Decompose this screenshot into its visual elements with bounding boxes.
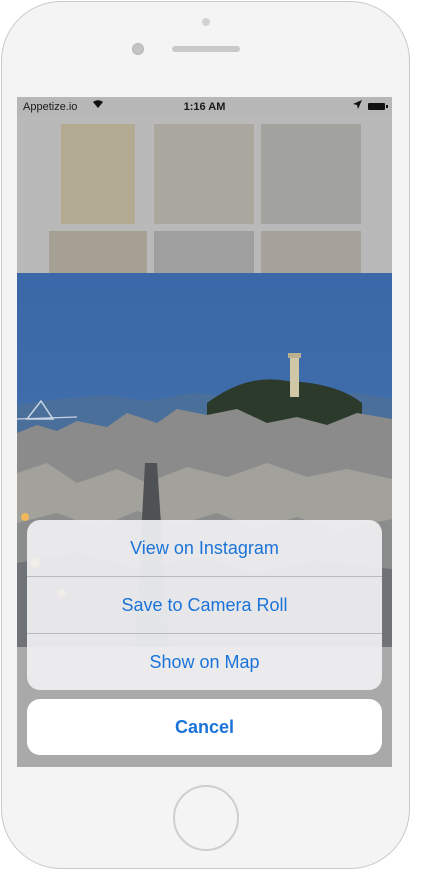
grid-thumbnail[interactable] xyxy=(61,124,135,224)
action-sheet: View on Instagram Save to Camera Roll Sh… xyxy=(27,520,382,690)
photo-grid xyxy=(17,97,392,273)
grid-thumbnail[interactable] xyxy=(49,231,147,273)
grid-thumbnail[interactable] xyxy=(154,124,254,224)
status-time: 1:16 AM xyxy=(183,101,226,113)
front-camera xyxy=(132,43,144,55)
cancel-button[interactable]: Cancel xyxy=(27,699,382,755)
status-bar: Appetize.io 1:16 AM xyxy=(17,97,392,117)
grid-thumbnail[interactable] xyxy=(154,231,254,273)
sensor-dot xyxy=(202,18,210,26)
grid-thumbnail[interactable] xyxy=(261,124,361,224)
show-on-map-button[interactable]: Show on Map xyxy=(27,634,382,690)
battery-icon xyxy=(368,103,388,110)
location-arrow-icon xyxy=(353,100,362,112)
home-button[interactable] xyxy=(173,785,239,851)
earpiece-speaker xyxy=(172,46,240,52)
grid-thumbnail[interactable] xyxy=(261,231,361,273)
save-to-camera-roll-button[interactable]: Save to Camera Roll xyxy=(27,577,382,634)
screen: Appetize.io 1:16 AM View on Instagram Sa… xyxy=(17,97,392,767)
view-on-instagram-button[interactable]: View on Instagram xyxy=(27,520,382,577)
